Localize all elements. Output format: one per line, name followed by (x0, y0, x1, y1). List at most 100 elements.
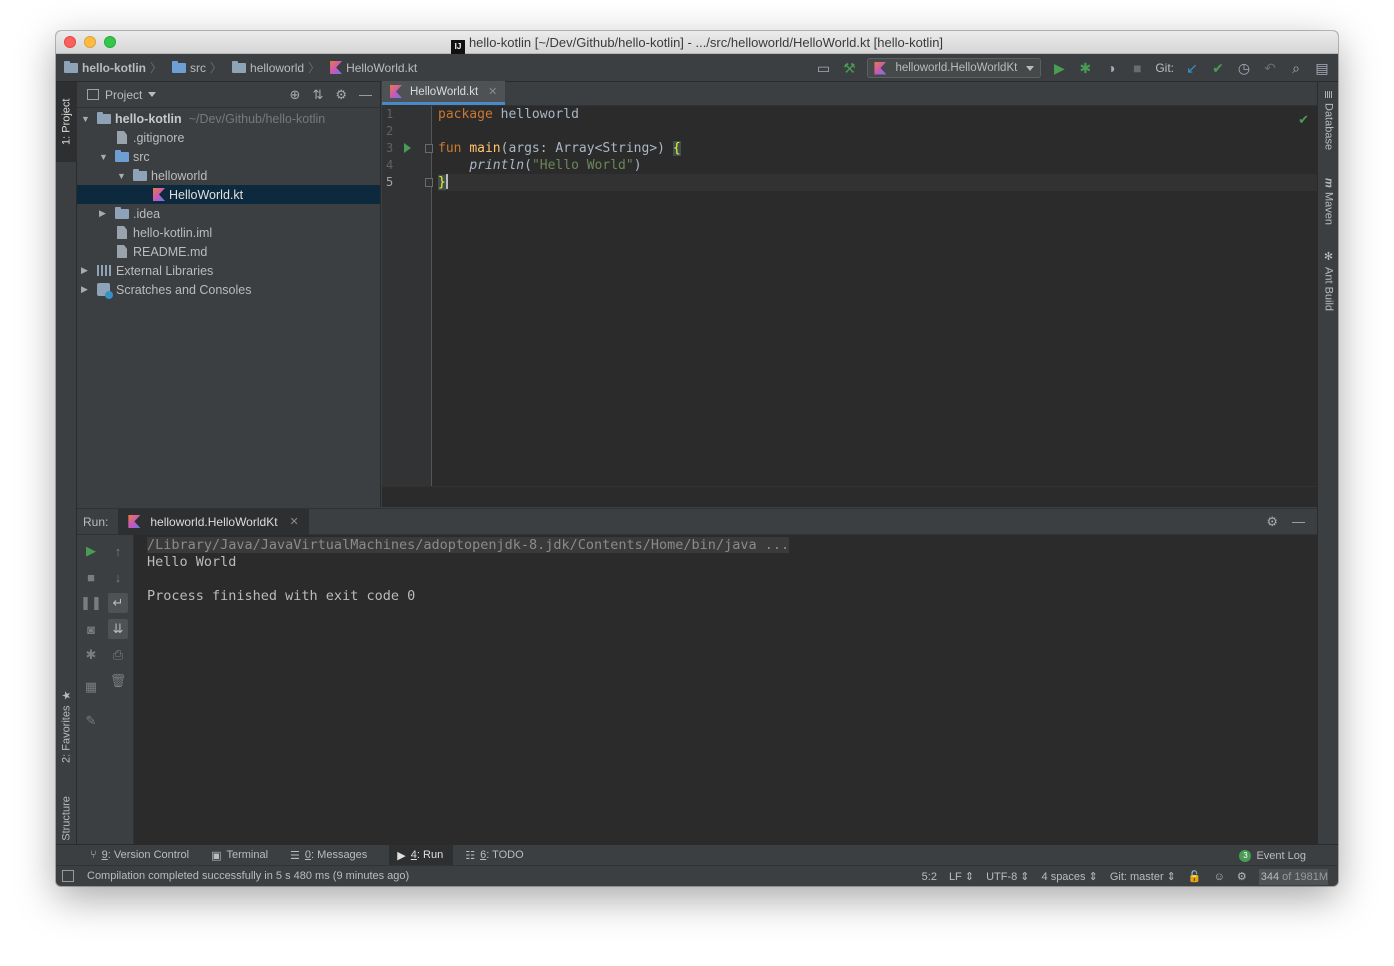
tool-windows-toggle-icon[interactable] (62, 870, 74, 882)
inspector-icon[interactable]: ☺ (1214, 871, 1225, 883)
breadcrumb-separator-icon: 〉 (210, 61, 223, 75)
run-icon[interactable]: ▶ (1051, 60, 1067, 76)
build-hammer-icon[interactable]: ⚒ (841, 60, 857, 76)
text-caret (445, 174, 448, 189)
folder-icon (115, 206, 129, 219)
tab-event-log[interactable]: 3 Event Log (1239, 845, 1306, 866)
tree-item-idea[interactable]: ▶ .idea (77, 204, 380, 223)
tab-favorites[interactable]: 2: Favorites ★ (56, 680, 77, 772)
layout-icon[interactable]: ▦ (81, 677, 101, 697)
code-text-area[interactable]: package helloworld fun main(args: Array<… (438, 106, 1317, 486)
run-anything-icon[interactable]: ▭ (815, 60, 831, 76)
expanded-arrow-icon[interactable]: ▼ (99, 152, 109, 162)
run-configuration-dropdown[interactable]: helloworld.HelloWorldKt (867, 58, 1042, 78)
memory-indicator[interactable]: 344 of 1981M (1258, 868, 1328, 885)
git-branch-widget[interactable]: Git: master ⇕ (1110, 870, 1176, 883)
git-history-icon[interactable]: ◷ (1236, 60, 1252, 76)
breadcrumb-file[interactable]: HelloWorld.kt (330, 61, 417, 75)
breadcrumb-project[interactable]: hello-kotlin 〉 (64, 59, 168, 76)
tree-item-project-root[interactable]: ▼ hello-kotlin ~/Dev/Github/hello-kotlin (77, 109, 380, 128)
tree-item-external-libraries[interactable]: ▶ External Libraries (77, 261, 380, 280)
tab-messages[interactable]: ☰ 0: Messages (290, 845, 377, 866)
editor-horizontal-scrollbar[interactable] (382, 486, 1317, 507)
breadcrumb-package[interactable]: helloworld 〉 (232, 59, 326, 76)
lock-icon[interactable]: 🔓 (1188, 870, 1202, 883)
git-update-icon[interactable]: ↙ (1184, 60, 1200, 76)
background-tasks-icon[interactable]: ⚙ (1237, 870, 1247, 883)
console-line: Hello World (147, 554, 237, 570)
tree-item-helloworld-kt[interactable]: HelloWorld.kt (77, 185, 380, 204)
tree-item-iml[interactable]: hello-kotlin.iml (77, 223, 380, 242)
indent-widget[interactable]: 4 spaces ⇕ (1042, 870, 1098, 883)
close-icon[interactable]: ✕ (290, 515, 299, 528)
tab-todo[interactable]: ☷ 6: TODO (465, 845, 534, 866)
caret-position[interactable]: 5:2 (922, 871, 937, 883)
gear-icon[interactable]: ⚙ (335, 87, 347, 103)
git-commit-icon[interactable]: ✔ (1210, 60, 1226, 76)
console-command[interactable]: /Library/Java/JavaVirtualMachines/adopto… (147, 537, 790, 553)
search-icon[interactable]: ⌕ (1288, 60, 1304, 76)
run-gutter-icon[interactable] (404, 143, 411, 153)
trash-icon[interactable]: 🗑 (108, 671, 128, 691)
soft-wrap-icon[interactable]: ↵ (108, 593, 128, 613)
status-message[interactable]: Compilation completed successfully in 5 … (87, 870, 409, 882)
line-separator-widget[interactable]: LF ⇕ (949, 870, 974, 883)
debug-icon[interactable]: ✱ (1077, 60, 1093, 76)
tab-terminal[interactable]: ▣ Terminal (211, 845, 278, 866)
project-view-selector[interactable]: Project (105, 88, 142, 102)
stop-icon[interactable]: ■ (81, 567, 101, 587)
chevron-down-icon[interactable] (148, 92, 157, 97)
expanded-arrow-icon[interactable]: ▼ (117, 171, 127, 181)
tree-item-src[interactable]: ▼ src (77, 147, 380, 166)
collapsed-arrow-icon[interactable]: ▶ (81, 265, 91, 276)
collapse-all-icon[interactable]: ⇅ (312, 87, 323, 103)
dump-threads-icon[interactable]: ◙ (81, 619, 101, 639)
tab-helloworld-kt[interactable]: HelloWorld.kt ✕ (382, 81, 506, 105)
hide-icon[interactable]: — (359, 87, 372, 103)
editor-gutter[interactable]: 1 2 3 4 5 (382, 106, 433, 486)
project-tool-window: Project ⊕ ⇅ ⚙ — ▼ hello-kotlin ~/Dev/Git… (77, 82, 381, 507)
tree-item-scratches[interactable]: ▶ Scratches and Consoles (77, 280, 380, 299)
debug-settings-icon[interactable]: ✱ (81, 645, 101, 665)
code-line-3: fun main(args: Array<String>) { (438, 140, 1317, 157)
down-arrow-icon[interactable]: ↓ (108, 567, 128, 587)
stop-icon[interactable]: ■ (1129, 60, 1145, 76)
tab-project[interactable]: 1: Project (56, 82, 77, 162)
git-rollback-icon[interactable]: ↶ (1262, 60, 1278, 76)
run-tab-helloworld[interactable]: helloworld.HelloWorldKt ✕ (118, 508, 309, 535)
tab-maven[interactable]: m Maven (1318, 178, 1338, 238)
tab-version-control[interactable]: ⑂ 9: Version Control (90, 845, 199, 866)
gear-icon[interactable]: ⚙ (1266, 514, 1278, 530)
tab-run[interactable]: ▶ 4: Run (389, 844, 454, 866)
inspection-ok-icon[interactable]: ✔ (1298, 112, 1309, 128)
project-structure-icon[interactable]: ▤ (1314, 60, 1330, 76)
module-file-icon (117, 226, 127, 239)
encoding-widget[interactable]: UTF-8 ⇕ (986, 870, 1029, 883)
project-panel-header: Project ⊕ ⇅ ⚙ — (77, 82, 380, 108)
scroll-to-end-icon[interactable]: ⇊ (108, 619, 128, 639)
tab-database[interactable]: ≣ Database (1318, 90, 1338, 170)
console-output[interactable]: /Library/Java/JavaVirtualMachines/adopto… (147, 537, 1317, 605)
expanded-arrow-icon[interactable]: ▼ (81, 114, 91, 124)
run-with-coverage-icon[interactable]: ◑ (1103, 60, 1119, 76)
collapsed-arrow-icon[interactable]: ▶ (81, 284, 91, 295)
keyword: fun (438, 141, 462, 156)
breadcrumb-src[interactable]: src 〉 (172, 59, 228, 76)
tree-item-readme[interactable]: README.md (77, 242, 380, 261)
tree-item-gitignore[interactable]: .gitignore (77, 128, 380, 147)
up-arrow-icon[interactable]: ↑ (108, 541, 128, 561)
collapsed-arrow-icon[interactable]: ▶ (99, 208, 109, 219)
tab-project-label: 1: Project (60, 98, 73, 146)
tree-item-helloworld[interactable]: ▼ helloworld (77, 166, 380, 185)
pause-icon[interactable]: ❚❚ (80, 593, 102, 613)
fold-icon[interactable] (425, 178, 433, 187)
rerun-icon[interactable]: ▶ (81, 541, 101, 561)
intellij-logo-icon: IJ (450, 40, 465, 54)
fold-icon[interactable] (425, 144, 433, 153)
tab-ant-build[interactable]: ✻ Ant Build (1318, 250, 1338, 330)
locate-icon[interactable]: ⊕ (290, 87, 301, 103)
pin-icon[interactable]: ✎ (81, 711, 101, 731)
hide-icon[interactable]: — (1292, 514, 1305, 530)
print-icon[interactable]: ⎙ (108, 645, 128, 665)
close-icon[interactable]: ✕ (488, 85, 497, 98)
